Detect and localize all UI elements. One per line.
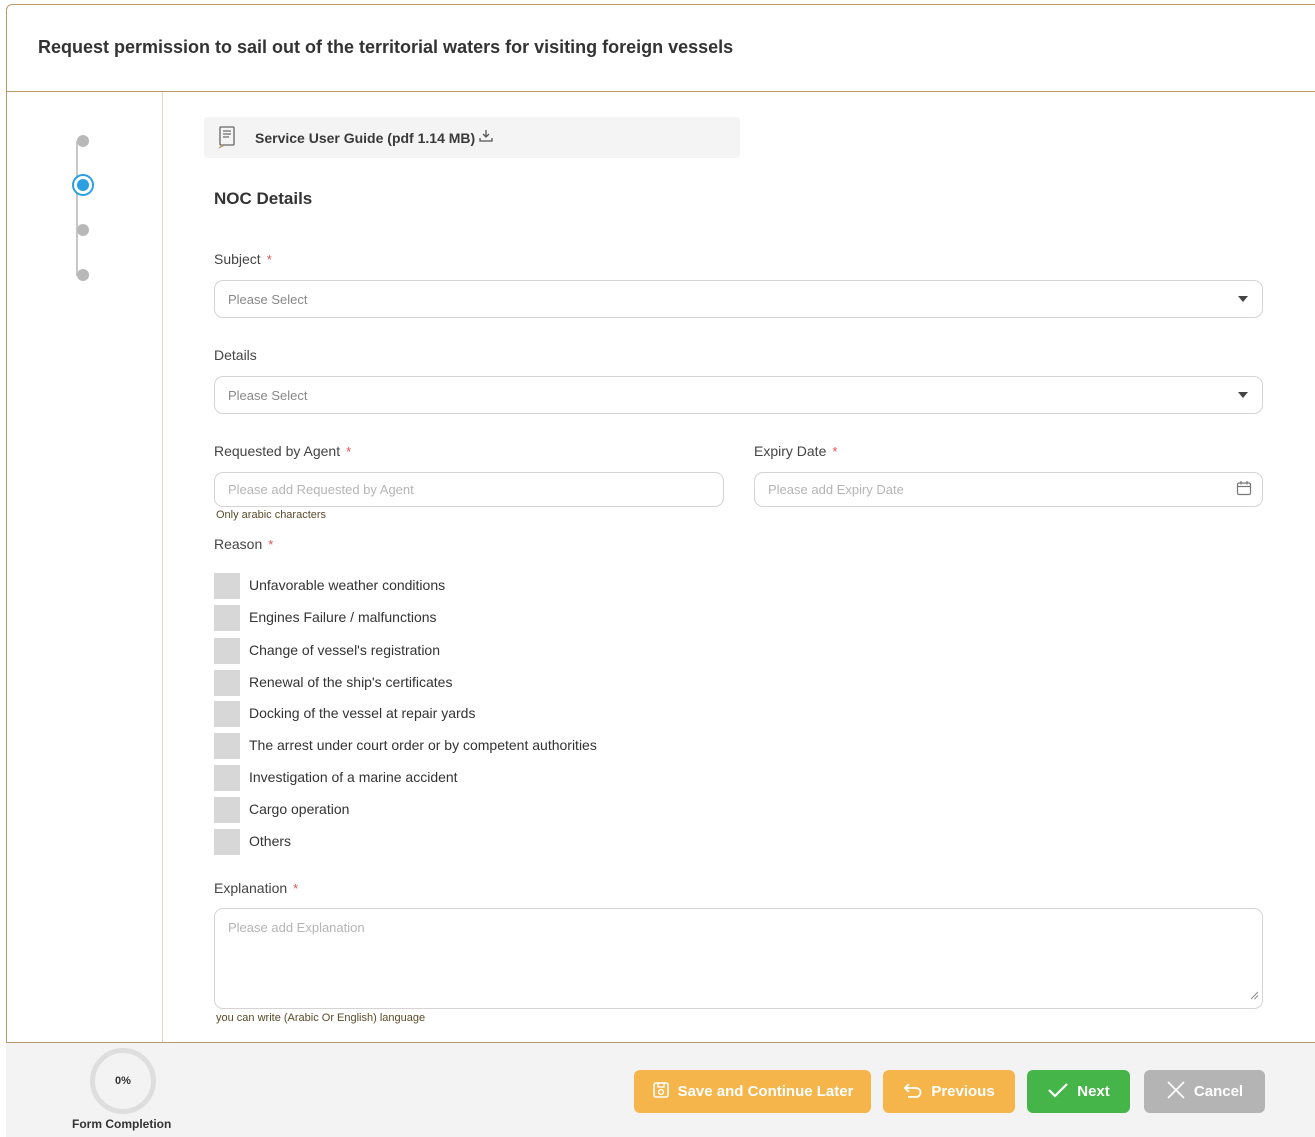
subject-select[interactable]: Please Select <box>214 280 1263 318</box>
checkbox[interactable] <box>214 829 240 855</box>
expiry-label: Expiry Date * <box>754 443 837 459</box>
reason-option-label: The arrest under court order or by compe… <box>249 737 597 753</box>
reason-label: Reason * <box>214 536 273 552</box>
reason-option-label: Engines Failure / malfunctions <box>249 609 437 625</box>
checkbox[interactable] <box>214 797 240 823</box>
previous-button-label: Previous <box>931 1083 995 1100</box>
checkbox[interactable] <box>214 765 240 791</box>
checkbox[interactable] <box>214 573 240 599</box>
required-marker: * <box>346 444 352 459</box>
download-icon[interactable] <box>479 129 493 148</box>
guide-label[interactable]: Service User Guide (pdf 1.14 MB) <box>255 130 475 146</box>
cancel-button-label: Cancel <box>1193 1083 1244 1100</box>
reason-option-label: Change of vessel's registration <box>249 642 440 658</box>
document-icon <box>216 126 238 155</box>
required-marker: * <box>832 444 838 459</box>
checkbox[interactable] <box>214 605 240 631</box>
step-3-dot[interactable] <box>77 224 89 236</box>
page-header: Request permission to sail out of the te… <box>6 4 1315 92</box>
previous-button[interactable]: Previous <box>883 1070 1015 1113</box>
service-user-guide[interactable]: Service User Guide (pdf 1.14 MB) <box>204 117 740 158</box>
explanation-label-text: Explanation <box>214 880 288 896</box>
explanation-placeholder: Please add Explanation <box>228 920 365 935</box>
subject-label-text: Subject <box>214 251 261 267</box>
details-label: Details <box>214 347 257 363</box>
reason-option-label: Others <box>249 833 292 849</box>
resize-handle-icon[interactable] <box>1250 987 1259 1005</box>
checkmark-icon <box>1047 1082 1069 1102</box>
stepper-line <box>76 141 78 276</box>
subject-placeholder: Please Select <box>228 292 308 307</box>
reason-option-label: Renewal of the ship's certificates <box>249 674 453 690</box>
reason-option-label: Investigation of a marine accident <box>249 769 458 785</box>
explanation-textarea[interactable]: Please add Explanation <box>214 908 1263 1009</box>
expiry-label-text: Expiry Date <box>754 443 827 459</box>
page-title: Request permission to sail out of the te… <box>38 37 734 57</box>
details-placeholder: Please Select <box>228 388 308 403</box>
save-button-label: Save and Continue Later <box>677 1083 854 1100</box>
agent-hint: Only arabic characters <box>216 509 327 521</box>
reason-option-label: Cargo operation <box>249 801 350 817</box>
checkbox[interactable] <box>214 638 240 664</box>
details-select[interactable]: Please Select <box>214 376 1263 414</box>
step-4-dot[interactable] <box>77 269 89 281</box>
completion-label: Form Completion <box>72 1117 172 1131</box>
checkbox[interactable] <box>214 733 240 759</box>
undo-arrow-icon <box>903 1082 923 1102</box>
save-continue-later-button[interactable]: Save and Continue Later <box>634 1070 871 1113</box>
save-icon <box>652 1081 670 1103</box>
cancel-button[interactable]: Cancel <box>1144 1070 1265 1113</box>
chevron-down-icon[interactable] <box>1238 392 1248 398</box>
checkbox[interactable] <box>214 670 240 696</box>
step-2-active-dot[interactable] <box>72 174 94 196</box>
checkbox[interactable] <box>214 701 240 727</box>
section-title: NOC Details <box>214 189 313 208</box>
reason-label-text: Reason <box>214 536 263 552</box>
expiry-date-input[interactable]: Please add Expiry Date <box>754 472 1263 507</box>
chevron-down-icon[interactable] <box>1238 296 1248 302</box>
explanation-label: Explanation * <box>214 880 298 896</box>
next-button[interactable]: Next <box>1027 1070 1130 1113</box>
agent-label-text: Requested by Agent <box>214 443 341 459</box>
step-1-dot[interactable] <box>77 135 89 147</box>
required-marker: * <box>293 881 299 896</box>
close-icon <box>1166 1080 1186 1104</box>
calendar-icon[interactable] <box>1236 480 1252 501</box>
agent-placeholder: Please add Requested by Agent <box>228 482 414 497</box>
next-button-label: Next <box>1077 1083 1110 1100</box>
completion-percent: 0% <box>115 1075 131 1087</box>
required-marker: * <box>266 252 272 267</box>
explanation-hint: you can write (Arabic Or English) langua… <box>216 1012 426 1024</box>
reason-option-label: Docking of the vessel at repair yards <box>249 705 476 721</box>
reason-option-label: Unfavorable weather conditions <box>249 577 446 593</box>
required-marker: * <box>268 537 274 552</box>
completion-progress-ring: 0% <box>90 1048 156 1114</box>
expiry-placeholder: Please add Expiry Date <box>768 482 904 497</box>
agent-input[interactable]: Please add Requested by Agent <box>214 472 724 507</box>
agent-label: Requested by Agent * <box>214 443 351 459</box>
subject-label: Subject * <box>214 251 272 267</box>
